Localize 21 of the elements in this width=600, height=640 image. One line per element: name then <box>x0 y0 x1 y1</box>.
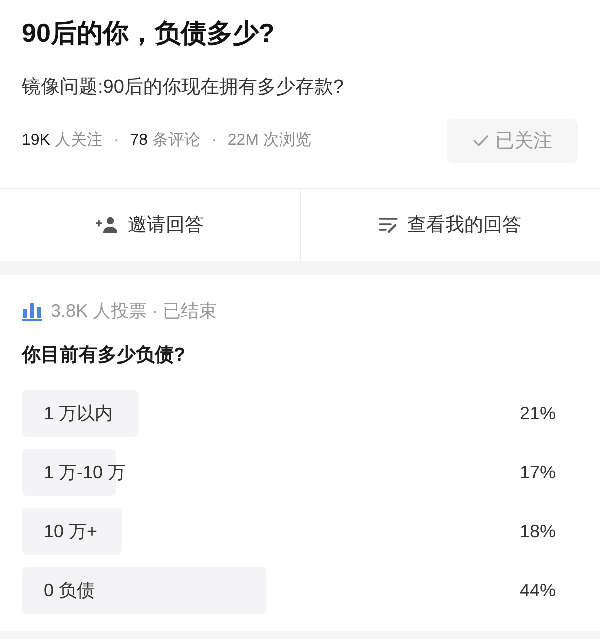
separator-dot: · <box>212 131 217 151</box>
option-percent: 21% <box>520 404 556 424</box>
option-percent: 44% <box>520 580 556 600</box>
option-label: 1 万-10 万 <box>44 462 126 482</box>
stat-text: 19K 人关注 <box>22 130 103 151</box>
stat-text: 22M 次浏览 <box>228 130 312 151</box>
option-label: 0 负债 <box>44 580 96 600</box>
option-percent: 18% <box>520 522 556 542</box>
add-person-icon <box>96 217 120 233</box>
separator-dot: · <box>114 131 120 151</box>
check-icon <box>472 135 488 147</box>
poll-summary: 3.8K 人投票 · 已结束 <box>51 300 218 323</box>
option-label: 1 万以内 <box>44 404 114 424</box>
option-percent: 17% <box>520 462 556 482</box>
stat-text: 78 条评论 <box>130 131 200 151</box>
question-title: 90后的你，负债多少? <box>22 17 276 50</box>
poll-question: 你目前有多少负债? <box>22 344 187 368</box>
question-subtitle: 镜像问题:90后的你现在拥有多少存款? <box>22 76 345 100</box>
edit-list-icon <box>379 217 400 233</box>
bar-chart-icon <box>22 301 42 321</box>
option-label: 10 万+ <box>44 522 98 542</box>
